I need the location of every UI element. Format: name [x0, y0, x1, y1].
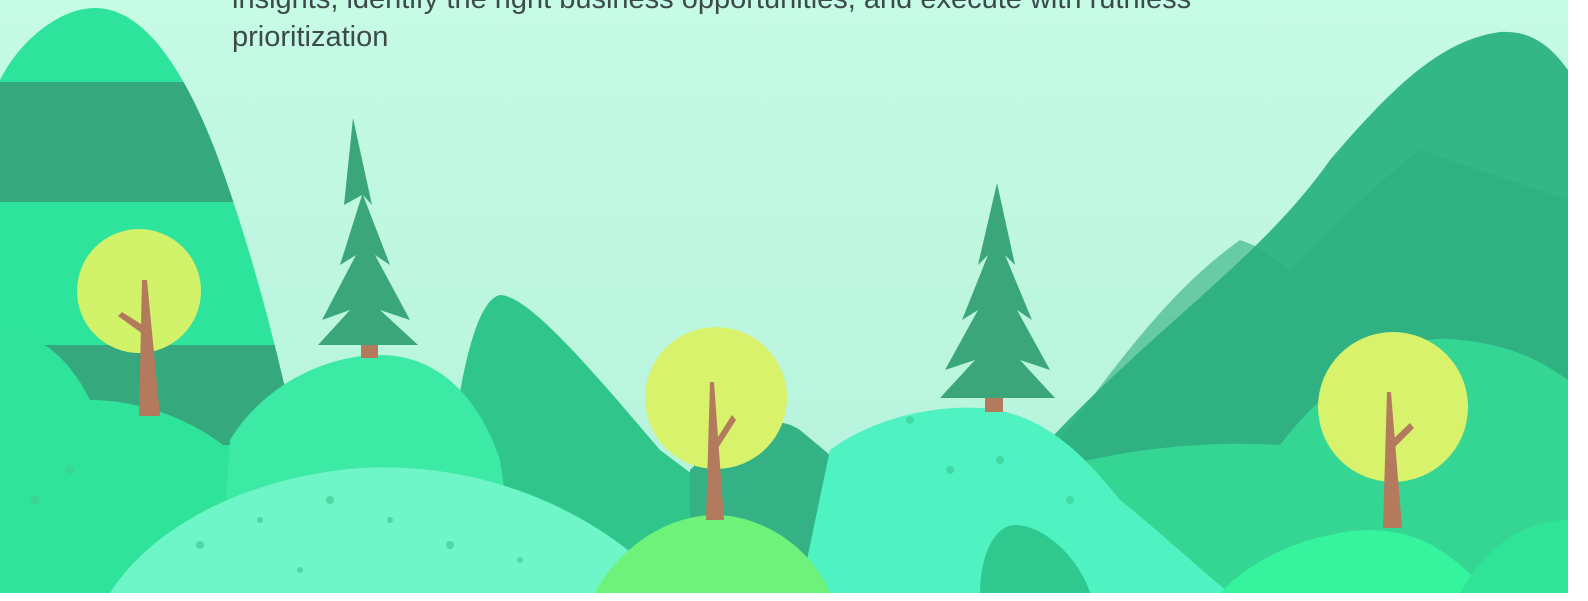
pine-tree-right [940, 183, 1055, 412]
landscape-svg [0, 8, 1568, 593]
hill-stripe-1 [0, 82, 290, 202]
tagline-line-2: prioritization [232, 21, 389, 53]
hero-illustration: insights, identify the right business op… [0, 0, 1568, 593]
tagline-line-1: insights, identify the right business op… [232, 0, 1191, 15]
hero-tagline: insights, identify the right business op… [232, 0, 1382, 56]
pine-tree-left [318, 118, 418, 358]
